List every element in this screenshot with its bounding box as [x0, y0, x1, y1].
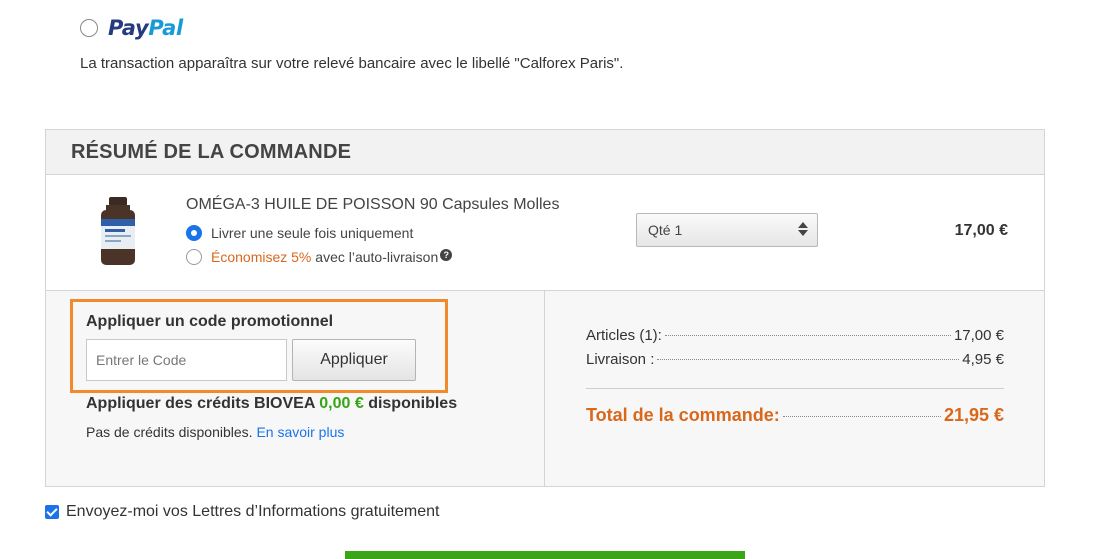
order-summary-header: RÉSUMÉ DE LA COMMANDE — [46, 130, 1044, 175]
order-summary: RÉSUMÉ DE LA COMMANDE OMÉGA-3 HUILE DE P… — [45, 129, 1045, 487]
articles-label: Articles (1): — [586, 327, 662, 344]
shipping-row: Livraison : 4,95 € — [586, 351, 1004, 368]
articles-row: Articles (1): 17,00 € — [586, 327, 1004, 344]
vertical-divider — [544, 291, 545, 486]
quantity-select-value: Qté 1 — [648, 222, 683, 238]
order-total-value: 21,95 € — [943, 405, 1004, 425]
promo-code-box: Appliquer un code promotionnel Appliquer — [70, 299, 448, 393]
product-price: 17,00 € — [954, 222, 1008, 239]
delivery-once-radio[interactable] — [186, 225, 202, 241]
shipping-value: 4,95 € — [962, 351, 1004, 368]
product-row: OMÉGA-3 HUILE DE POISSON 90 Capsules Mol… — [46, 175, 1044, 291]
product-bottle-image — [101, 197, 135, 265]
dotted-leader — [657, 359, 960, 360]
order-total-label: Total de la commande: — [586, 405, 780, 425]
order-total-row: Total de la commande: 21,95 € — [586, 405, 1004, 426]
auto-delivery-savings: Économisez 5% — [211, 249, 312, 265]
paypal-option[interactable]: PayPal — [80, 16, 183, 40]
newsletter-label: Envoyez-moi vos Lettres d’Informations g… — [66, 503, 440, 520]
credits-line: Appliquer des crédits BIOVEA 0,00 € disp… — [86, 395, 457, 413]
order-summary-title: RÉSUMÉ DE LA COMMANDE — [71, 140, 352, 163]
summary-bottom: Appliquer un code promotionnel Appliquer… — [46, 291, 1044, 486]
delivery-once-label: Livrer une seule fois uniquement — [211, 225, 414, 241]
select-arrows-icon — [798, 222, 808, 236]
promo-code-label: Appliquer un code promotionnel — [86, 313, 334, 330]
auto-delivery-label: avec l’auto-livraison — [315, 249, 439, 265]
paypal-logo: PayPal — [108, 16, 183, 40]
dotted-leader — [782, 416, 941, 417]
shipping-label: Livraison : — [586, 351, 655, 368]
auto-delivery-radio[interactable] — [186, 249, 202, 265]
quantity-select[interactable]: Qté 1 — [636, 213, 818, 247]
product-name: OMÉGA-3 HUILE DE POISSON 90 Capsules Mol… — [186, 196, 560, 213]
credits-prefix: Appliquer des crédits BIOVEA — [86, 395, 315, 412]
newsletter-checkbox[interactable] — [45, 505, 59, 519]
bank-statement-note: La transaction apparaîtra sur votre rele… — [80, 55, 624, 72]
totals-separator — [586, 388, 1004, 389]
no-credits-note: Pas de crédits disponibles. En savoir pl… — [86, 424, 344, 440]
auto-delivery-option[interactable]: Économisez 5% avec l’auto-livraison? — [186, 249, 453, 265]
paypal-radio[interactable] — [80, 19, 98, 37]
credits-suffix: disponibles — [368, 395, 458, 412]
learn-more-link[interactable]: En savoir plus — [256, 424, 344, 440]
credits-amount: 0,00 € — [319, 395, 364, 412]
apply-promo-button[interactable]: Appliquer — [292, 339, 416, 381]
promo-code-input[interactable] — [86, 339, 287, 381]
dotted-leader — [664, 335, 951, 336]
newsletter-option[interactable]: Envoyez-moi vos Lettres d’Informations g… — [45, 503, 440, 521]
articles-value: 17,00 € — [953, 327, 1004, 344]
place-order-button[interactable] — [345, 551, 745, 559]
question-mark-icon[interactable]: ? — [440, 249, 453, 261]
no-credits-text: Pas de crédits disponibles. — [86, 424, 253, 440]
delivery-once-option[interactable]: Livrer une seule fois uniquement — [186, 225, 413, 241]
